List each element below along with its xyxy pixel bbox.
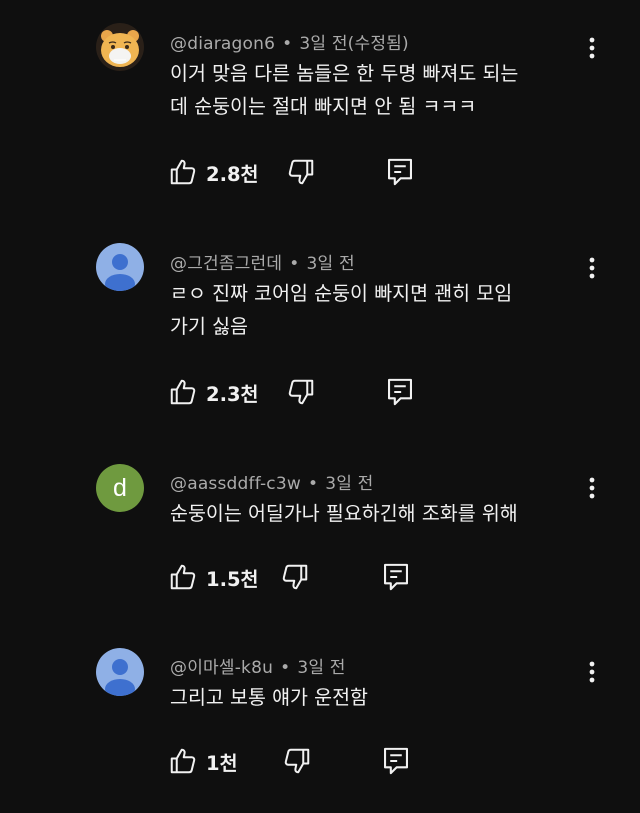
comment-author[interactable]: @그건좀그런데	[170, 254, 282, 274]
comment-text: 순둥이는 어딜가나 필요하긴해 조화를 위해	[170, 497, 570, 530]
thumbs-down-icon	[282, 564, 308, 590]
avatar[interactable]	[96, 648, 144, 696]
reply-button[interactable]	[386, 375, 414, 409]
thumbs-up-icon	[170, 748, 196, 774]
comment-text-line: 순둥이는 어딜가나 필요하긴해 조화를 위해	[170, 502, 518, 525]
separator-dot: •	[289, 254, 300, 274]
bear-mascot-avatar-icon	[96, 23, 144, 71]
comment-text: 이거 맞음 다른 놈들은 한 두명 빠져도 되는 데 순둥이는 절대 빠지면 안…	[170, 57, 570, 123]
comment-meta: @aassddff-c3w • 3일 전	[170, 469, 374, 494]
comment-text-line: 이거 맞음 다른 놈들은 한 두명 빠져도 되는	[170, 62, 519, 85]
comment-author[interactable]: @aassddff-c3w	[170, 474, 301, 494]
comment-meta: @그건좀그런데 • 3일 전	[170, 249, 355, 274]
thumbs-up-icon	[170, 564, 196, 590]
like-count: 1천	[206, 751, 238, 775]
thumbs-down-icon	[284, 748, 310, 774]
comment-menu-button[interactable]	[580, 33, 604, 63]
thumbs-down-icon	[288, 379, 314, 405]
like-button[interactable]: 2.3천	[168, 375, 258, 409]
like-button[interactable]: 1.5천	[168, 560, 258, 594]
comment-author[interactable]: @diaragon6	[170, 34, 275, 54]
like-count: 2.8천	[206, 162, 259, 186]
comment-time: 3일 전(수정됨)	[299, 34, 409, 54]
avatar[interactable]	[96, 243, 144, 291]
comment-actions: 2.8천	[168, 155, 428, 189]
comment-time: 3일 전	[306, 254, 355, 274]
reply-icon	[383, 747, 408, 775]
comment-time: 3일 전	[325, 474, 374, 494]
like-button[interactable]: 2.8천	[168, 155, 258, 189]
comment-author[interactable]: @이마셀-k8u	[170, 658, 273, 678]
comment-time: 3일 전	[297, 658, 346, 678]
comment-actions: 2.3천	[168, 375, 428, 409]
person-icon	[105, 254, 135, 291]
more-vertical-icon	[589, 477, 595, 499]
comment-text-line: 데 순둥이는 절대 빠지면 안 됨 ㅋㅋㅋ	[170, 95, 477, 118]
reply-icon	[383, 563, 408, 591]
comment-meta: @이마셀-k8u • 3일 전	[170, 653, 346, 678]
more-vertical-icon	[589, 661, 595, 683]
comment-text: ㄹㅇ 진짜 코어임 순둥이 빠지면 괜히 모임 가기 싫음	[170, 277, 570, 343]
reply-button[interactable]	[386, 155, 414, 189]
like-count: 2.3천	[206, 382, 259, 406]
reply-button[interactable]	[382, 560, 410, 594]
comment-menu-button[interactable]	[580, 473, 604, 503]
comment-text-line: 그리고 보통 얘가 운전함	[170, 686, 368, 709]
like-count: 1.5천	[206, 567, 259, 591]
comment-menu-button[interactable]	[580, 253, 604, 283]
reply-icon	[387, 378, 412, 406]
dislike-button[interactable]	[286, 155, 316, 189]
comment-meta: @diaragon6 • 3일 전(수정됨)	[170, 29, 409, 54]
comment-text: 그리고 보통 얘가 운전함	[170, 681, 570, 714]
comment-menu-button[interactable]	[580, 657, 604, 687]
separator-dot: •	[280, 658, 291, 678]
separator-dot: •	[282, 34, 293, 54]
comment-actions: 1천	[168, 744, 428, 778]
comment-actions: 1.5천	[168, 560, 428, 594]
avatar[interactable]: d	[96, 464, 144, 512]
thumbs-down-icon	[288, 159, 314, 185]
avatar[interactable]	[96, 23, 144, 71]
comment-text-line: ㄹㅇ 진짜 코어임 순둥이 빠지면 괜히 모임	[170, 282, 513, 305]
reply-button[interactable]	[382, 744, 410, 778]
more-vertical-icon	[589, 37, 595, 59]
avatar-letter: d	[113, 473, 127, 502]
person-icon	[105, 659, 135, 696]
more-vertical-icon	[589, 257, 595, 279]
dislike-button[interactable]	[282, 744, 312, 778]
like-button[interactable]: 1천	[168, 744, 238, 778]
comment-text-line: 가기 싫음	[170, 315, 248, 338]
dislike-button[interactable]	[286, 375, 316, 409]
separator-dot: •	[307, 474, 319, 494]
thumbs-up-icon	[170, 159, 196, 185]
dislike-button[interactable]	[280, 560, 310, 594]
thumbs-up-icon	[170, 379, 196, 405]
reply-icon	[387, 158, 412, 186]
